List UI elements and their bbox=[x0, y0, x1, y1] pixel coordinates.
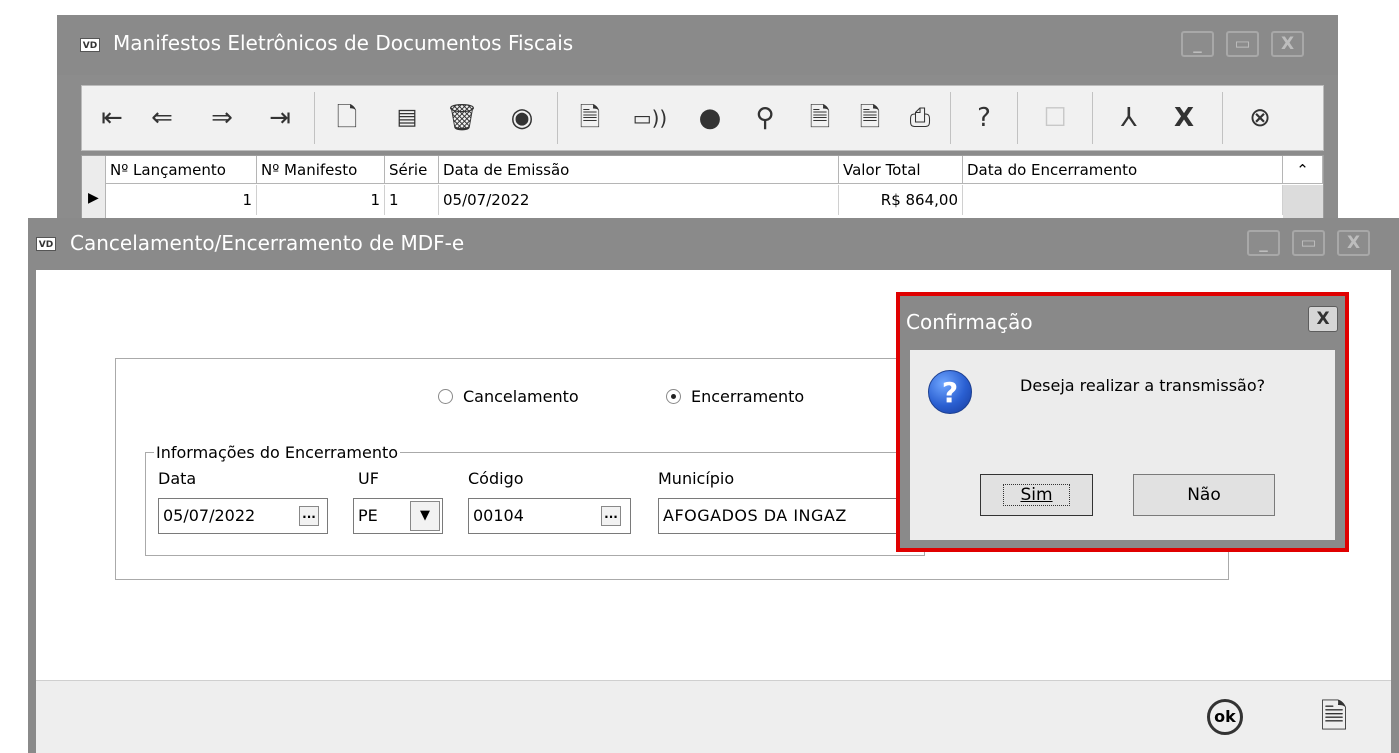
ok-button[interactable]: ok bbox=[1207, 699, 1243, 735]
dialog-titlebar[interactable]: Confirmação X bbox=[900, 296, 1345, 350]
column-header[interactable]: Nº Manifesto bbox=[257, 156, 385, 184]
maximize-button[interactable]: ▭ bbox=[1292, 230, 1325, 256]
column-header[interactable]: Data do Encerramento bbox=[963, 156, 1283, 184]
toolbar-separator bbox=[557, 92, 558, 144]
municipio-label: Município bbox=[658, 469, 735, 488]
toolbar-separator bbox=[314, 92, 315, 144]
maximize-button[interactable]: ▭ bbox=[1226, 31, 1259, 57]
view-eye-icon[interactable]: ◉ bbox=[502, 98, 542, 138]
manifestos-grid: ▶ Nº Lançamento Nº Manifesto Série Data … bbox=[81, 155, 1324, 226]
scroll-up-icon[interactable]: ⌃ bbox=[1283, 156, 1323, 184]
uf-value: PE bbox=[358, 506, 378, 525]
excel-icon[interactable]: X bbox=[1164, 98, 1204, 138]
toolbar-separator bbox=[1222, 92, 1223, 144]
yes-button[interactable]: Sim bbox=[980, 474, 1093, 516]
radio-encerramento-label[interactable]: Encerramento bbox=[691, 387, 804, 406]
confirmation-dialog: Confirmação X ? Deseja realizar a transm… bbox=[896, 292, 1349, 552]
no-button-label: Não bbox=[1187, 485, 1221, 505]
data-label: Data bbox=[158, 469, 197, 488]
search-icon[interactable]: ⚲ bbox=[745, 98, 785, 138]
uf-select[interactable]: PE ▼ bbox=[353, 498, 443, 534]
manifestos-titlebar[interactable]: VD Manifestos Eletrônicos de Documentos … bbox=[57, 15, 1338, 75]
dialog-title: Confirmação bbox=[906, 310, 1033, 334]
column-header[interactable]: Valor Total bbox=[839, 156, 963, 184]
toolbar-separator bbox=[1092, 92, 1093, 144]
column-header[interactable]: Nº Lançamento bbox=[106, 156, 257, 184]
table-cell: 05/07/2022 bbox=[439, 185, 839, 215]
yes-button-label: Sim bbox=[1003, 484, 1070, 506]
print-preview-icon[interactable]: ▤ bbox=[387, 98, 427, 138]
export-document-icon[interactable]: 🗎 bbox=[850, 98, 890, 138]
prev-record-icon[interactable]: ⇐ bbox=[142, 98, 182, 138]
codigo-lookup-button[interactable]: ... bbox=[601, 506, 621, 526]
last-record-icon[interactable]: ⇥ bbox=[260, 98, 300, 138]
user-icon[interactable]: ● bbox=[690, 98, 730, 138]
help-icon[interactable]: ? bbox=[964, 98, 1004, 138]
table-cell bbox=[963, 185, 1283, 215]
new-document-icon[interactable]: 🗋 bbox=[327, 98, 367, 138]
row-indicator-column: ▶ bbox=[82, 156, 106, 226]
column-header[interactable]: Série bbox=[385, 156, 439, 184]
app-vd-icon: VD bbox=[80, 38, 100, 52]
municipio-value: AFOGADOS DA INGAZ bbox=[663, 506, 847, 525]
trash-icon[interactable]: 🗑 bbox=[442, 98, 482, 138]
minimize-button[interactable]: _ bbox=[1181, 31, 1214, 57]
send-document-icon[interactable]: 🗎 bbox=[570, 98, 610, 138]
data-field[interactable]: 05/07/2022 ... bbox=[158, 498, 328, 534]
dialog-body: ? Deseja realizar a transmissão? Sim Não bbox=[910, 350, 1335, 540]
cancelamento-title: Cancelamento/Encerramento de MDF-e bbox=[70, 231, 465, 255]
printer-icon[interactable]: ⎙ bbox=[900, 98, 940, 138]
dialog-close-button[interactable]: X bbox=[1308, 306, 1338, 332]
encerramento-group: Informações do Encerramento Data UF Códi… bbox=[145, 443, 925, 556]
cancel-document-icon[interactable]: 🗎 bbox=[1314, 695, 1354, 739]
municipio-field[interactable]: AFOGADOS DA INGAZ bbox=[658, 498, 918, 534]
close-button[interactable]: X bbox=[1337, 230, 1370, 256]
no-button[interactable]: Não bbox=[1133, 474, 1275, 516]
table-cell: R$ 864,00 bbox=[839, 185, 963, 215]
column-header[interactable]: Data de Emissão bbox=[439, 156, 839, 184]
table-cell: 1 bbox=[385, 185, 439, 215]
chevron-down-icon[interactable]: ▼ bbox=[410, 501, 440, 531]
edit-disabled-icon: ☐ bbox=[1043, 103, 1067, 133]
radio-cancelamento-label[interactable]: Cancelamento bbox=[463, 387, 579, 406]
app-vd-icon: VD bbox=[36, 237, 56, 251]
data-value: 05/07/2022 bbox=[163, 506, 256, 525]
close-button[interactable]: X bbox=[1271, 31, 1304, 57]
transmit-signal-icon[interactable]: ▭)) bbox=[630, 98, 670, 138]
manifestos-window: VD Manifestos Eletrônicos de Documentos … bbox=[57, 15, 1338, 226]
toolbar-separator bbox=[1017, 92, 1018, 144]
current-row-arrow-icon: ▶ bbox=[88, 190, 99, 206]
uf-label: UF bbox=[358, 469, 379, 488]
cancel-document-icon[interactable]: 🗎 bbox=[800, 98, 840, 138]
close-circle-icon[interactable]: ⊗ bbox=[1240, 98, 1280, 138]
toolbar-separator bbox=[950, 92, 951, 144]
manifestos-title: Manifestos Eletrônicos de Documentos Fis… bbox=[113, 31, 574, 55]
group-title: Informações do Encerramento bbox=[154, 443, 401, 462]
minimize-button[interactable]: _ bbox=[1247, 230, 1280, 256]
first-record-icon[interactable]: ⇤ bbox=[92, 98, 132, 138]
next-record-icon[interactable]: ⇒ bbox=[202, 98, 242, 138]
radio-encerramento[interactable] bbox=[666, 389, 681, 404]
toolbar: ⇤ ⇐ ⇒ ⇥ 🗋 ▤ 🗑 ◉ 🗎 ▭)) ● ⚲ 🗎 🗎 ⎙ ? ☐ ⅄ X … bbox=[81, 85, 1324, 151]
radio-cancelamento[interactable] bbox=[438, 389, 453, 404]
table-cell: 1 bbox=[257, 185, 385, 215]
dialog-message: Deseja realizar a transmissão? bbox=[1020, 376, 1266, 395]
codigo-value: 00104 bbox=[473, 506, 524, 525]
date-picker-button[interactable]: ... bbox=[299, 506, 319, 526]
question-icon: ? bbox=[928, 370, 972, 414]
codigo-label: Código bbox=[468, 469, 524, 488]
pdf-icon[interactable]: ⅄ bbox=[1109, 98, 1149, 138]
table-cell: 1 bbox=[106, 185, 257, 215]
window-footer: ok 🗎 bbox=[36, 680, 1391, 753]
codigo-field[interactable]: 00104 ... bbox=[468, 498, 631, 534]
